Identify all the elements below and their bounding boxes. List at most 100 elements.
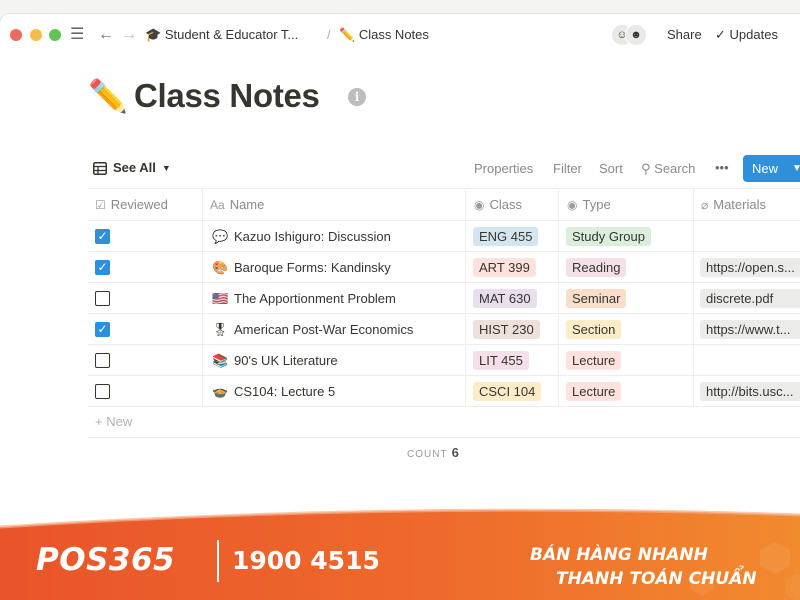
column-header-type[interactable]: ◉ Type [567, 197, 611, 213]
row-name[interactable]: 🎨 Baroque Forms: Kandinsky [212, 259, 391, 276]
maximize-window-button[interactable] [49, 29, 61, 41]
new-button-label: New [752, 161, 779, 176]
row-name[interactable]: 🎖 American Post-War Economics [212, 321, 413, 338]
new-button[interactable]: New ▼ [743, 155, 800, 182]
select-property-icon: ◉ [474, 198, 485, 212]
type-tag[interactable]: Seminar [566, 289, 627, 308]
filter-button[interactable]: Filter [553, 161, 582, 177]
breadcrumb-parent-label: Student & Educator T... [164, 27, 299, 42]
reviewed-checkbox[interactable]: ✓ [95, 322, 110, 337]
class-tag[interactable]: ART 399 [473, 258, 536, 277]
reviewed-checkbox[interactable]: ✓ [95, 260, 110, 275]
search-icon: ⚲ [641, 161, 651, 176]
materials-link[interactable]: https://www.t... [700, 320, 800, 339]
row-icon: 🎨 [212, 260, 229, 275]
type-tag[interactable]: Lecture [566, 351, 622, 370]
breadcrumb-separator: / [327, 27, 331, 42]
avatar: ☻ [625, 24, 647, 46]
row-icon: 🍲 [212, 384, 229, 399]
row-name[interactable]: 🇺🇸 The Apportionment Problem [212, 290, 396, 307]
column-header-label: Reviewed [110, 197, 168, 212]
checkbox-property-icon: ☑ [95, 198, 106, 212]
add-new-row-button[interactable]: + New [95, 414, 132, 430]
back-arrow-icon[interactable]: ← [98, 27, 114, 43]
search-button[interactable]: ⚲ Search [641, 161, 695, 177]
breadcrumb-current[interactable]: ✏️ Class Notes [339, 27, 429, 43]
row-name-label: American Post-War Economics [234, 322, 414, 337]
breadcrumb-parent[interactable]: 🎓 Student & Educator T... [145, 27, 298, 43]
reviewed-checkbox[interactable] [95, 353, 110, 368]
forward-arrow-icon[interactable]: → [121, 27, 137, 43]
count-value: 6 [451, 445, 459, 460]
class-tag[interactable]: CSCI 104 [473, 382, 542, 401]
table-row[interactable]: 🇺🇸 The Apportionment Problem MAT 630 Semi… [88, 283, 800, 314]
class-tag[interactable]: HIST 230 [473, 320, 540, 339]
type-tag[interactable]: Reading [566, 258, 627, 277]
close-window-button[interactable] [10, 29, 22, 41]
banner-divider [217, 540, 219, 582]
type-tag[interactable]: Lecture [566, 382, 622, 401]
materials-link[interactable]: http://bits.usc... [700, 382, 800, 401]
row-name[interactable]: 🍲 CS104: Lecture 5 [212, 383, 335, 400]
chevron-down-icon[interactable]: ▼ [792, 163, 800, 174]
materials-link[interactable]: discrete.pdf [700, 289, 800, 308]
updates-label: Updates [729, 27, 778, 42]
class-tag[interactable]: ENG 455 [473, 227, 539, 246]
row-icon: 💬 [212, 229, 229, 244]
count-label: COUNT [407, 449, 448, 460]
page-title[interactable]: Class Notes [134, 76, 320, 116]
row-icon: 🇺🇸 [212, 291, 229, 306]
column-header-class[interactable]: ◉ Class [474, 197, 522, 213]
type-tag[interactable]: Study Group [566, 227, 651, 246]
collaborator-avatars[interactable]: ☺ ☻ [611, 24, 649, 46]
row-name-label: The Apportionment Problem [234, 291, 396, 306]
search-label: Search [654, 161, 696, 176]
class-tag[interactable]: MAT 630 [473, 289, 537, 308]
materials-link[interactable]: https://open.s... [700, 258, 800, 277]
reviewed-checkbox[interactable] [95, 384, 110, 399]
reviewed-checkbox[interactable]: ✓ [95, 229, 110, 244]
slogan-line-2: THANH TOÁN CHUẨN [556, 569, 757, 589]
sort-button[interactable]: Sort [599, 161, 623, 177]
row-name[interactable]: 📚 90's UK Literature [212, 352, 338, 369]
minimize-window-button[interactable] [30, 29, 42, 41]
slogan-line-1: BÁN HÀNG NHANH [530, 545, 708, 565]
row-name-label: 90's UK Literature [234, 353, 338, 368]
select-property-icon: ◉ [567, 198, 578, 212]
type-tag[interactable]: Section [566, 320, 622, 339]
row-name-label: CS104: Lecture 5 [234, 384, 336, 399]
row-name[interactable]: 💬 Kazuo Ishiguro: Discussion [212, 228, 391, 245]
class-tag[interactable]: LIT 455 [473, 351, 529, 370]
table-row[interactable]: ✓ 🎨 Baroque Forms: Kandinsky ART 399 Read… [88, 252, 800, 283]
view-selector[interactable]: See All ▼ [93, 160, 171, 176]
row-name-label: Kazuo Ishiguro: Discussion [234, 229, 391, 244]
view-name: See All [113, 160, 156, 175]
check-icon: ✓ [715, 27, 726, 42]
column-header-name[interactable]: Aa Name [210, 197, 264, 213]
chevron-down-icon: ▼ [161, 163, 171, 173]
paperclip-icon: ⌀ [701, 198, 709, 212]
table-row[interactable]: ✓ 🎖 American Post-War Economics HIST 230 … [88, 314, 800, 345]
row-icon: 🎖 [212, 322, 229, 337]
table-row[interactable]: 🍲 CS104: Lecture 5 CSCI 104 Lecture http:… [88, 376, 800, 407]
column-header-label: Type [582, 197, 611, 212]
table-row[interactable]: ✓ 💬 Kazuo Ishiguro: Discussion ENG 455 St… [88, 221, 800, 252]
add-new-label: New [106, 414, 133, 429]
properties-button[interactable]: Properties [474, 161, 533, 177]
row-count: COUNT 6 [407, 446, 459, 462]
plus-icon: + [95, 414, 103, 429]
more-options-button[interactable]: ••• [715, 160, 729, 176]
page-icon[interactable]: ✏️ [88, 76, 128, 116]
share-button[interactable]: Share [667, 27, 702, 43]
table-row[interactable]: 📚 90's UK Literature LIT 455 Lecture [88, 345, 800, 376]
updates-button[interactable]: ✓ Updates [715, 27, 778, 43]
column-header-reviewed[interactable]: ☑ Reviewed [95, 197, 168, 213]
column-header-materials[interactable]: ⌀ Materials [701, 197, 766, 213]
info-icon[interactable]: i [348, 88, 366, 106]
text-property-icon: Aa [210, 198, 225, 212]
sidebar-menu-icon[interactable]: ☰ [70, 27, 84, 43]
hotline-number: 1900 4515 [232, 546, 380, 575]
column-header-label: Name [229, 197, 265, 212]
reviewed-checkbox[interactable] [95, 291, 110, 306]
column-header-label: Class [489, 197, 522, 212]
